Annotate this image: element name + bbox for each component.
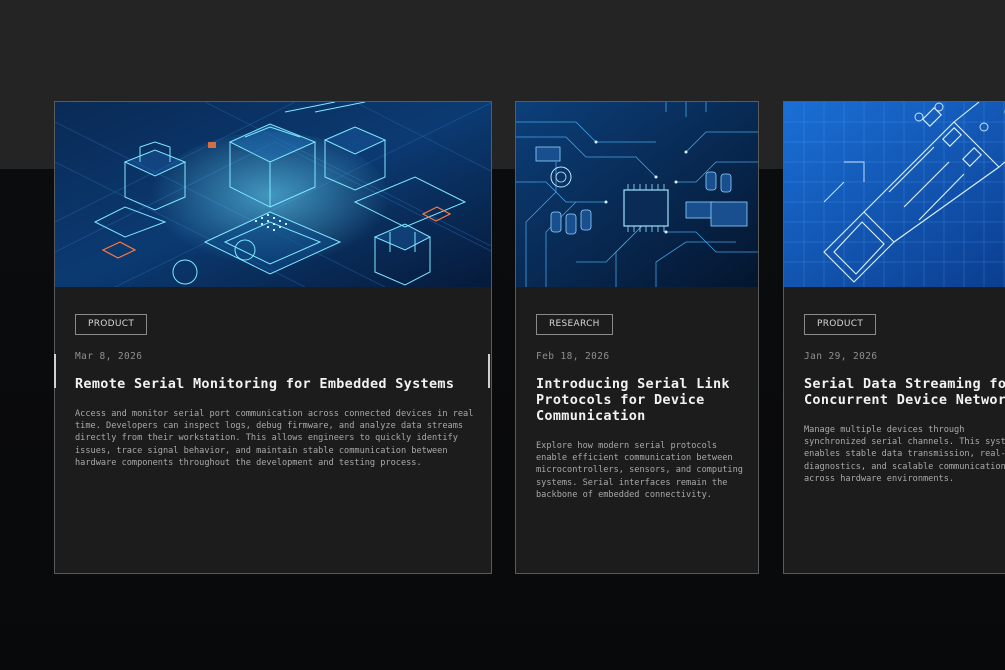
article-card-serial-monitoring[interactable]: PRODUCT Mar 8, 2026 Remote Serial Monito… [54,101,492,574]
usb-blueprint-illustration [784,102,1005,287]
publish-date: Feb 18, 2026 [536,351,610,362]
card-title[interactable]: Serial Data Streaming for Concurrent Dev… [804,376,1005,408]
isometric-chip-illustration [55,102,491,287]
card-edge-marker [488,354,490,388]
card-content: PRODUCT Jan 29, 2026 Serial Data Streami… [804,311,1005,485]
article-card-serial-data-streaming[interactable]: PRODUCT Jan 29, 2026 Serial Data Streami… [783,101,1005,574]
card-edge-marker [54,354,56,388]
category-tag[interactable]: PRODUCT [75,314,148,335]
circuit-board-illustration [516,102,758,287]
card-title[interactable]: Introducing Serial Link Protocols for De… [536,376,744,424]
card-description: Access and monitor serial port communica… [75,409,474,468]
card-description: Explore how modern serial protocols enab… [536,441,743,500]
publish-date: Jan 29, 2026 [804,351,878,362]
article-card-serial-link-protocols[interactable]: RESEARCH Feb 18, 2026 Introducing Serial… [515,101,759,574]
card-description: Manage multiple devices through synchron… [804,425,1005,484]
card-content: RESEARCH Feb 18, 2026 Introducing Serial… [536,311,744,501]
publish-date: Mar 8, 2026 [75,351,143,362]
card-title[interactable]: Remote Serial Monitoring for Embedded Sy… [75,376,477,392]
category-tag[interactable]: RESEARCH [536,314,613,335]
category-tag[interactable]: PRODUCT [804,314,877,335]
card-content: PRODUCT Mar 8, 2026 Remote Serial Monito… [75,311,477,469]
